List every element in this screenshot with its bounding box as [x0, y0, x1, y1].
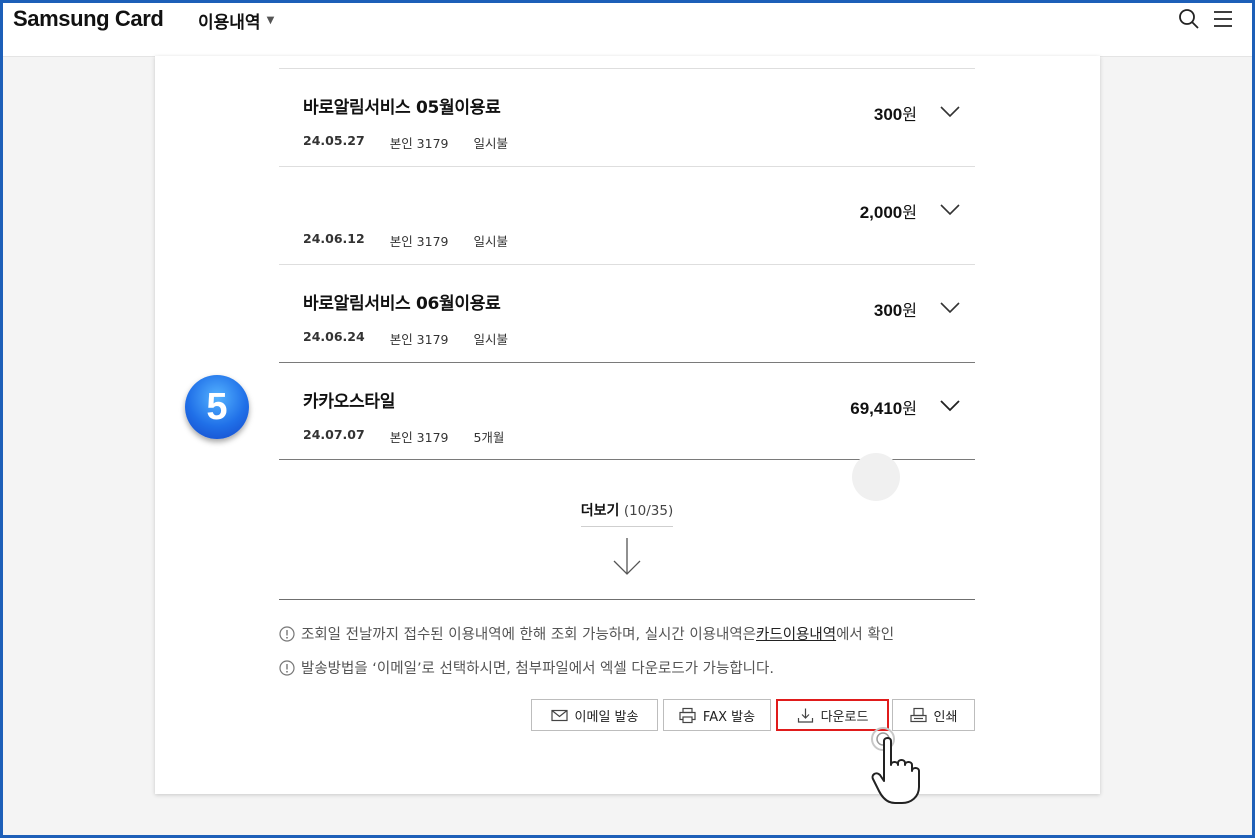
search-icon[interactable] — [1178, 8, 1200, 30]
page-title: 이용내역 — [198, 13, 261, 33]
transaction-row[interactable]: 바로알림서비스 06월이용료 300원 24.06.24 본인 3179 일시불 — [279, 264, 975, 362]
envelope-icon — [550, 709, 568, 721]
samsung-card-logo[interactable]: Samsung Card — [13, 6, 164, 32]
print-icon — [909, 707, 927, 722]
transaction-list: 바로알림서비스 05월이용료 300원 24.05.27 본인 3179 일시불… — [279, 68, 975, 460]
load-more-button[interactable]: 더보기 (10/35) — [580, 500, 674, 527]
notice-realtime: 조회일 전날까지 접수된 이용내역에 한해 조회 가능하며, 실시간 이용내역은… — [279, 623, 894, 644]
click-ripple — [852, 453, 900, 501]
transaction-date: 24.06.12 — [303, 231, 365, 246]
page-menu-dropdown[interactable]: 이용내역 ▼ — [198, 8, 274, 33]
transaction-meta: 24.06.12 본인 3179 일시불 — [303, 231, 508, 250]
email-send-button[interactable]: 이메일 발송 — [531, 699, 658, 731]
transaction-date: 24.07.07 — [303, 427, 365, 442]
card-info: 본인 3179 — [389, 332, 449, 347]
merchant-name: 바로알림서비스 06월이용료 — [303, 294, 501, 314]
amount: 300원 — [873, 301, 917, 320]
transaction-meta: 24.05.27 본인 3179 일시불 — [303, 133, 508, 152]
content-panel: 바로알림서비스 05월이용료 300원 24.05.27 본인 3179 일시불… — [155, 56, 1100, 794]
amount: 69,410원 — [850, 399, 917, 418]
email-send-label: 이메일 발송 — [574, 709, 639, 725]
load-more-count: (10/35) — [623, 503, 674, 519]
transaction-meta: 24.07.07 본인 3179 5개월 — [303, 427, 504, 446]
payment-plan: 5개월 — [473, 430, 505, 445]
amount: 300원 — [873, 105, 917, 124]
top-bar: Samsung Card 이용내역 ▼ — [3, 3, 1252, 57]
transaction-date: 24.06.24 — [303, 329, 365, 344]
transaction-meta: 24.06.24 본인 3179 일시불 — [303, 329, 508, 348]
payment-plan: 일시불 — [473, 332, 508, 347]
merchant-name: 바로알림서비스 05월이용료 — [303, 98, 501, 118]
card-usage-link[interactable]: 카드이용내역 — [756, 623, 836, 644]
card-info: 본인 3179 — [389, 430, 449, 445]
load-more-label: 더보기 — [580, 503, 620, 519]
step-number-badge: 5 — [185, 375, 249, 439]
download-icon — [797, 708, 813, 723]
notice-text-suffix: 에서 확인 — [836, 627, 895, 643]
hamburger-menu-icon[interactable] — [1212, 8, 1234, 30]
section-divider — [279, 599, 975, 600]
notice-text: 조회일 전날까지 접수된 이용내역에 한해 조회 가능하며, 실시간 이용내역은 — [301, 627, 757, 643]
screenshot-frame: Samsung Card 이용내역 ▼ 바로알림서비스 05월이용료 300원 … — [0, 0, 1255, 838]
card-info: 본인 3179 — [389, 234, 449, 249]
chevron-down-icon[interactable] — [939, 301, 961, 315]
print-label: 인쇄 — [933, 709, 958, 725]
load-more[interactable]: 더보기 (10/35) — [279, 500, 975, 575]
merchant-name: 카카오스타일 — [303, 392, 396, 412]
transaction-row[interactable]: 2,000원 24.06.12 본인 3179 일시불 — [279, 166, 975, 264]
payment-plan: 일시불 — [473, 136, 508, 151]
chevron-down-icon[interactable] — [939, 399, 961, 413]
notice-text: 발송방법을 ‘이메일’로 선택하시면, 첨부파일에서 엑셀 다운로드가 가능합니… — [301, 661, 774, 677]
transaction-date: 24.05.27 — [303, 133, 365, 148]
card-info: 본인 3179 — [389, 136, 449, 151]
amount: 2,000원 — [859, 203, 917, 222]
chevron-down-icon[interactable] — [939, 105, 961, 119]
transaction-row[interactable]: 바로알림서비스 05월이용료 300원 24.05.27 본인 3179 일시불 — [279, 68, 975, 166]
pointer-hand-icon — [871, 727, 920, 804]
fax-send-button[interactable]: FAX 발송 — [663, 699, 771, 731]
arrow-down-icon[interactable] — [611, 536, 643, 578]
chevron-down-icon[interactable] — [939, 203, 961, 217]
notice-email: 발송방법을 ‘이메일’로 선택하시면, 첨부파일에서 엑셀 다운로드가 가능합니… — [279, 657, 774, 678]
fax-send-label: FAX 발송 — [702, 709, 756, 725]
caret-down-icon: ▼ — [266, 15, 275, 26]
payment-plan: 일시불 — [473, 234, 508, 249]
info-icon — [279, 625, 295, 642]
printer-fax-icon — [679, 707, 696, 723]
download-label: 다운로드 — [820, 709, 869, 725]
transaction-row[interactable]: 카카오스타일 69,410원 24.07.07 본인 3179 5개월 — [279, 362, 975, 460]
info-icon — [279, 659, 295, 676]
